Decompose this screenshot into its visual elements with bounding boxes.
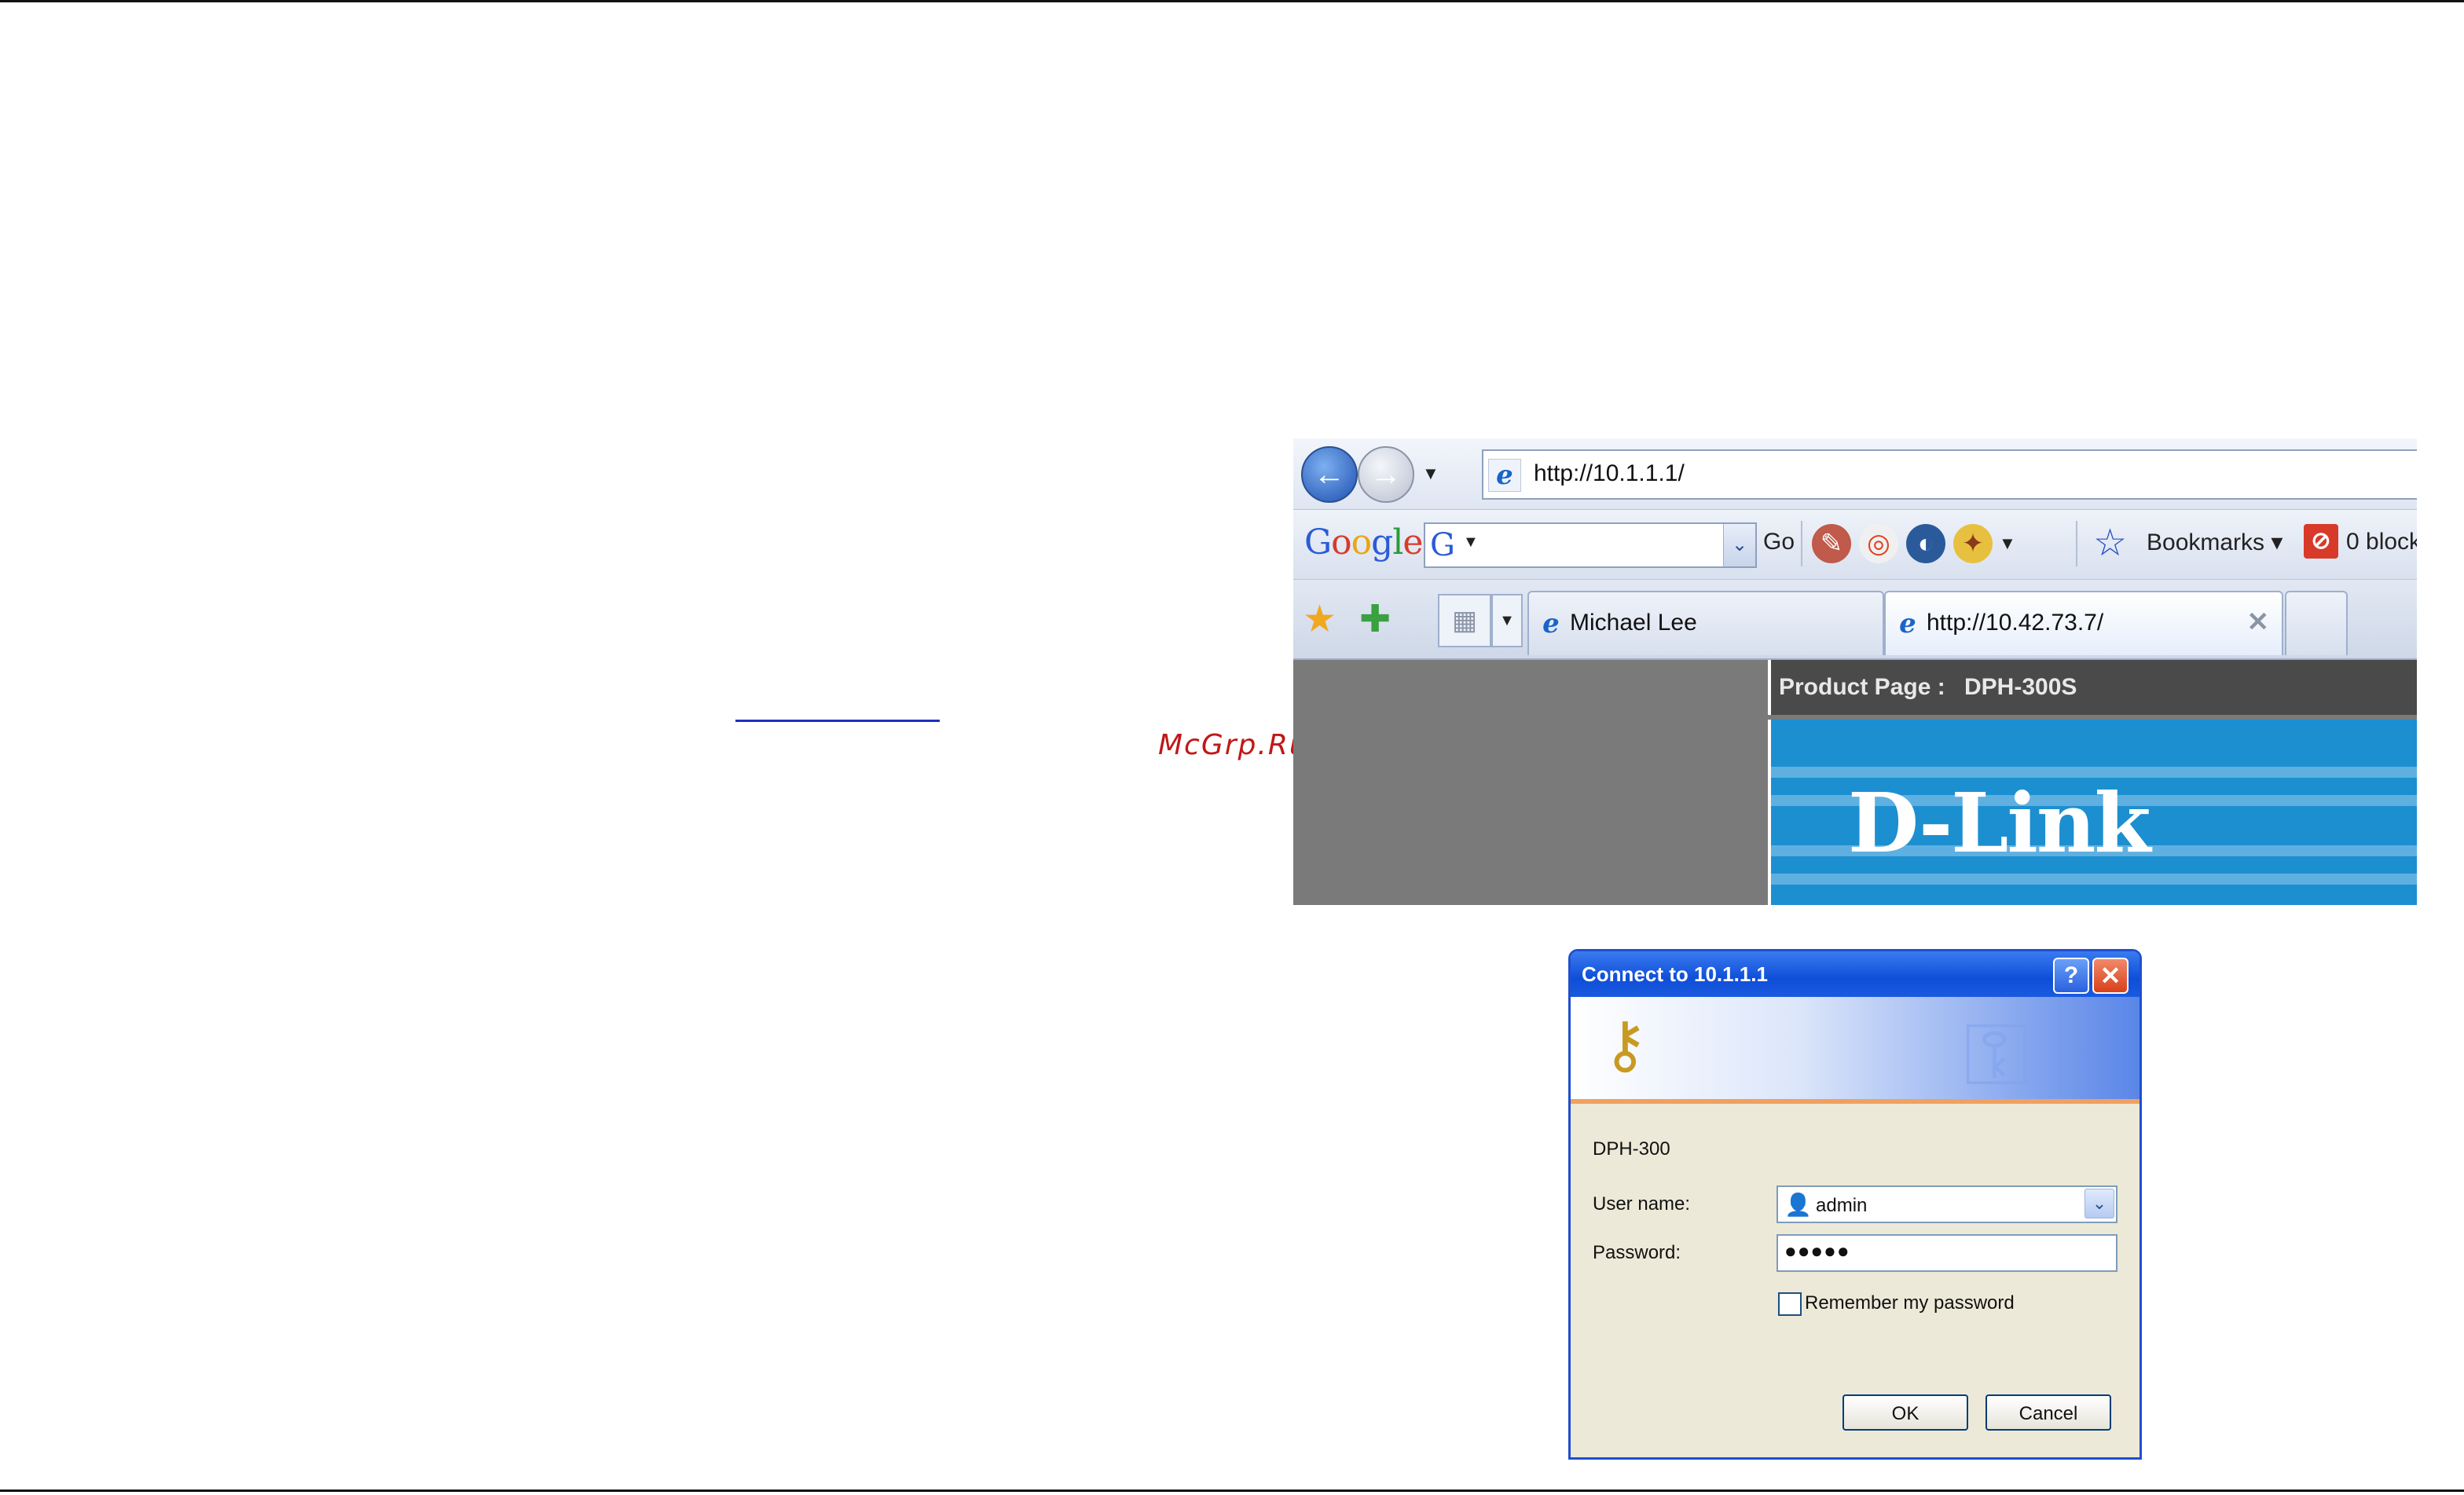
favorites-star-icon[interactable]: ★ <box>1303 597 1336 641</box>
add-favorite-icon[interactable]: ✚ <box>1359 597 1391 641</box>
password-field[interactable]: ●●●●● <box>1776 1234 2118 1272</box>
remember-password-label[interactable]: Remember my password <box>1805 1292 2015 1314</box>
help-button[interactable]: ? <box>2053 958 2089 994</box>
bookmarks-menu[interactable]: Bookmarks ▾ <box>2147 529 2282 556</box>
tab-label: Michael Lee <box>1570 610 1697 636</box>
close-button[interactable]: ✕ <box>2092 958 2128 994</box>
popup-blocker-icon[interactable]: ⊘ <box>2304 524 2338 559</box>
banner-watermark-icon: ⚿ <box>1964 1006 2030 1103</box>
remember-password-checkbox[interactable] <box>1778 1292 1802 1316</box>
device-name: DPH-300 <box>1593 1138 1670 1160</box>
ie-page-icon: e <box>1488 459 1521 492</box>
earth-icon[interactable]: ◐ <box>1906 524 1945 563</box>
toolbar-separator <box>1801 521 1802 566</box>
login-dialog: Connect to 10.1.1.1 ? ✕ ⚷ ⚿ DPH-300 User… <box>1568 949 2142 1460</box>
forward-arrow-icon: → <box>1370 456 1402 492</box>
quick-tabs-icon: ▦ <box>1451 606 1478 636</box>
google-search-input[interactable]: G ▼ ⌄ <box>1424 522 1757 568</box>
dialog-title: Connect to 10.1.1.1 <box>1582 962 1768 986</box>
bookmarks-star-icon[interactable]: ☆ <box>2093 521 2127 565</box>
toolbar-more-dropdown-icon[interactable]: ▼ <box>1999 533 2016 554</box>
dialog-title-bar: Connect to 10.1.1.1 ? ✕ <box>1571 951 2140 997</box>
back-button[interactable]: ← <box>1301 446 1358 503</box>
username-dropdown-icon[interactable]: ⌄ <box>2084 1189 2114 1218</box>
password-label: Password: <box>1593 1242 1681 1263</box>
product-bar: Product Page : DPH-300S <box>1768 660 2417 715</box>
search-history-dropdown[interactable]: ⌄ <box>1723 524 1755 566</box>
cancel-button[interactable]: Cancel <box>1986 1394 2111 1431</box>
underline-link[interactable] <box>735 720 940 722</box>
username-combo[interactable]: 👤 admin ⌄ <box>1776 1185 2118 1223</box>
tab-bar: ★ ✚ ▦ ▼ e Michael Lee e http://10.42.73.… <box>1293 580 2417 660</box>
tab-label: http://10.42.73.7/ <box>1927 610 2104 636</box>
tab-close-icon[interactable]: ✕ <box>2247 606 2270 638</box>
search-engine-dropdown-icon[interactable]: ▼ <box>1463 533 1479 551</box>
top-rule <box>0 0 2464 2</box>
watermark: McGrp.Ru <box>1158 729 1309 761</box>
quick-tabs-button[interactable]: ▦ <box>1438 594 1491 647</box>
page-sidebar <box>1293 660 1765 905</box>
history-dropdown-icon[interactable]: ▼ <box>1422 464 1439 484</box>
ie-tab-icon: e <box>1542 608 1560 639</box>
ie-tab-icon: e <box>1899 608 1916 639</box>
banner-stripe <box>1771 874 2417 885</box>
address-text[interactable]: http://10.1.1.1/ <box>1534 460 1685 487</box>
puzzle-icon[interactable]: ✦ <box>1953 524 1993 563</box>
navigation-toolbar: ← → ▼ e http://10.1.1.1/ <box>1293 438 2417 510</box>
dlink-logo: D-Link <box>1848 775 2151 871</box>
back-arrow-icon: ← <box>1314 456 1345 492</box>
go-button[interactable]: Go <box>1763 529 1795 555</box>
google-logo: Google <box>1304 522 1423 562</box>
username-value[interactable]: admin <box>1816 1195 1867 1217</box>
tab-michael-lee[interactable]: e Michael Lee <box>1527 591 1884 655</box>
ok-button[interactable]: OK <box>1842 1394 1968 1431</box>
password-value[interactable]: ●●●●● <box>1784 1239 1850 1263</box>
product-label: Product Page : <box>1779 674 1945 700</box>
toolbar-separator <box>2076 521 2077 566</box>
bottom-rule <box>0 1490 2464 1492</box>
tab-active-page[interactable]: e http://10.42.73.7/ ✕ <box>1884 591 2283 655</box>
google-toolbar: Google G ▼ ⌄ Go ✎ ◎ ◐ ✦ ▼ ☆ Bookmarks ▾ … <box>1293 510 2417 580</box>
user-icon: 👤 <box>1784 1193 1812 1217</box>
keys-icon: ⚷ <box>1602 1009 1648 1079</box>
google-g-icon: G <box>1430 527 1455 563</box>
dialog-banner: ⚷ ⚿ <box>1571 997 2140 1104</box>
dlink-banner: D-Link <box>1768 720 2417 905</box>
username-label: User name: <box>1593 1193 1691 1215</box>
new-tab-button[interactable] <box>2285 591 2348 655</box>
forward-button[interactable]: → <box>1358 446 1414 503</box>
picasa-icon[interactable]: ◎ <box>1859 524 1898 563</box>
web-page: Product Page : DPH-300S D-Link <box>1293 660 2417 905</box>
tab-list-dropdown-icon[interactable]: ▼ <box>1491 594 1523 647</box>
product-model: DPH-300S <box>1964 674 2077 700</box>
popup-blocked-count[interactable]: 0 block <box>2346 529 2417 555</box>
address-bar[interactable]: e http://10.1.1.1/ <box>1482 449 2417 500</box>
news-icon[interactable]: ✎ <box>1812 524 1851 563</box>
browser-window: ← → ▼ e http://10.1.1.1/ Google G ▼ ⌄ Go… <box>1293 438 2417 905</box>
